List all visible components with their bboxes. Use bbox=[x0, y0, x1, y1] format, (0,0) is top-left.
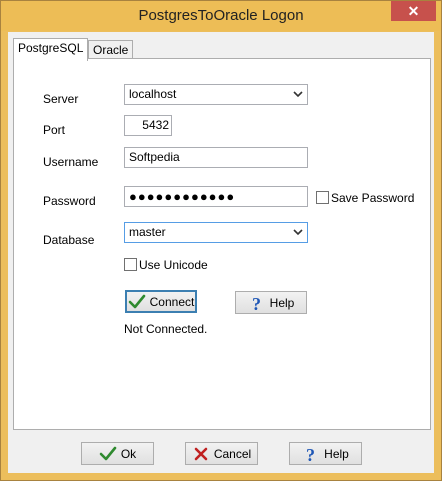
ok-button[interactable]: Ok bbox=[81, 442, 154, 465]
cross-icon bbox=[194, 447, 208, 460]
username-value: Softpedia bbox=[129, 150, 180, 164]
username-field[interactable]: Softpedia bbox=[124, 147, 308, 168]
postgresql-panel: Server localhost Port 5432 Username Soft… bbox=[13, 58, 431, 430]
cancel-button[interactable]: Cancel bbox=[185, 442, 258, 465]
connection-status: Not Connected. bbox=[124, 322, 208, 336]
window-title: PostgresToOracle Logon bbox=[138, 7, 304, 24]
chevron-down-icon[interactable] bbox=[292, 85, 304, 104]
ok-label: Ok bbox=[120, 446, 137, 461]
username-label: Username bbox=[43, 155, 99, 169]
port-value: 5432 bbox=[142, 118, 169, 132]
checkmark-icon bbox=[128, 294, 145, 308]
help-icon: ? bbox=[252, 294, 261, 312]
port-field[interactable]: 5432 bbox=[124, 115, 172, 136]
password-field[interactable]: ●●●●●●●●●●●● bbox=[124, 186, 308, 207]
help-icon: ? bbox=[306, 445, 315, 463]
database-label: Database bbox=[43, 233, 95, 247]
save-password-checkbox[interactable] bbox=[316, 191, 329, 204]
server-label: Server bbox=[43, 92, 79, 106]
footer-help-label: Help bbox=[324, 446, 349, 461]
cancel-label: Cancel bbox=[213, 446, 252, 461]
chevron-down-icon[interactable] bbox=[292, 223, 304, 242]
tab-label: PostgreSQL bbox=[18, 41, 84, 55]
server-value: localhost bbox=[129, 87, 177, 101]
panel-help-label: Help bbox=[269, 295, 295, 310]
svg-text:?: ? bbox=[252, 294, 261, 312]
dialog-body: PostgreSQL Oracle Server localhost Port … bbox=[8, 32, 434, 473]
connect-label: Connect bbox=[149, 294, 195, 309]
svg-text:?: ? bbox=[306, 445, 315, 463]
use-unicode-label[interactable]: Use Unicode bbox=[139, 258, 208, 272]
close-button[interactable]: ✕ bbox=[391, 1, 436, 21]
port-label: Port bbox=[43, 123, 66, 137]
logon-window: PostgresToOracle Logon ✕ PostgreSQL Orac… bbox=[0, 0, 442, 481]
database-combobox[interactable]: master bbox=[124, 222, 308, 243]
footer-help-button[interactable]: ? Help bbox=[289, 442, 362, 465]
tab-label: Oracle bbox=[93, 43, 129, 57]
checkmark-icon bbox=[99, 446, 117, 460]
database-value: master bbox=[129, 225, 166, 239]
use-unicode-checkbox[interactable] bbox=[124, 258, 137, 271]
panel-help-button[interactable]: ? Help bbox=[235, 291, 307, 314]
password-label: Password bbox=[43, 194, 96, 208]
password-value: ●●●●●●●●●●●● bbox=[129, 189, 236, 204]
save-password-label[interactable]: Save Password bbox=[331, 191, 414, 205]
title-bar[interactable]: PostgresToOracle Logon ✕ bbox=[1, 1, 441, 31]
server-combobox[interactable]: localhost bbox=[124, 84, 308, 105]
tab-postgresql[interactable]: PostgreSQL bbox=[13, 38, 89, 61]
connect-button[interactable]: Connect bbox=[125, 290, 197, 313]
